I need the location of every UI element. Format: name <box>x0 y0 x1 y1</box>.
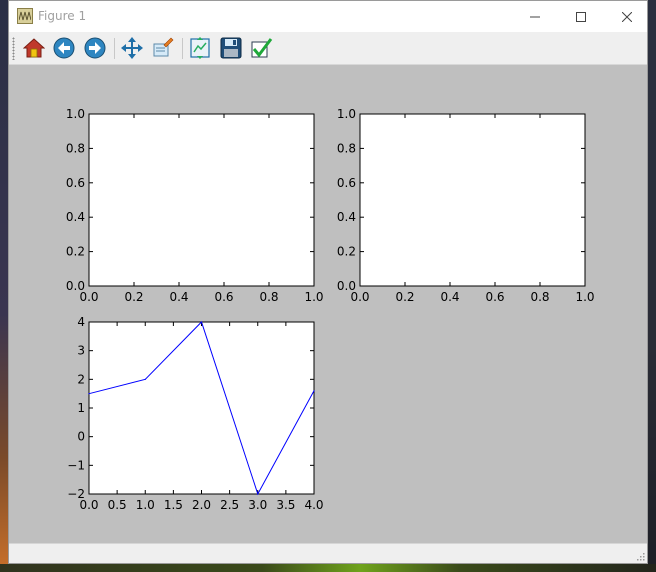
axes-frame <box>88 113 315 287</box>
y-tick-label: 0.4 <box>66 210 85 224</box>
x-tick-label: 0.4 <box>440 290 459 304</box>
zoom-rect-icon <box>153 37 174 57</box>
home-icon <box>23 38 45 58</box>
pan-button[interactable] <box>119 35 145 61</box>
y-tick-label: 2 <box>77 372 85 386</box>
x-tick-label: 4.0 <box>304 498 323 512</box>
save-button[interactable] <box>218 35 244 61</box>
customize-button[interactable] <box>249 35 275 61</box>
minimize-button[interactable] <box>512 1 558 32</box>
axes-frame <box>88 321 315 495</box>
y-tick-label: 1.0 <box>337 107 356 121</box>
data-point <box>200 321 203 323</box>
data-point <box>88 393 90 395</box>
forward-button[interactable] <box>82 35 108 61</box>
y-tick-label: 0.8 <box>337 141 356 155</box>
figure-plot-area: 0.0 0.2 0.4 0.6 0.8 1.00.00.20.40.60.81.00.0 0… <box>66 107 595 512</box>
navigation-toolbar <box>9 32 647 65</box>
toolbar-separator <box>182 38 183 59</box>
minimize-icon <box>530 16 540 17</box>
y-tick-label: −2 <box>67 487 85 501</box>
y-tick-label: 0.4 <box>337 210 356 224</box>
x-tick-label: 0.4 <box>169 290 188 304</box>
x-tick-label: 0.2 <box>395 290 414 304</box>
window-title: Figure 1 <box>38 9 87 23</box>
y-tick-label: 1 <box>77 401 85 415</box>
forward-arrow-icon <box>84 37 106 59</box>
save-disk-icon <box>220 37 242 59</box>
y-tick-label: 0.2 <box>337 245 356 259</box>
figure-window: Figure 1 0.0 0.2 0.4 0.6 0.8 1.0 0.0 0.2… <box>8 0 648 564</box>
y-tick-label: 0.2 <box>66 245 85 259</box>
axes-bottom-left: 0.0 0.5 1.0 1.5 2.0 2.5 3.0 3.5 4.0−2−101234 <box>67 315 323 512</box>
close-icon <box>622 11 632 22</box>
y-tick-label: 0.6 <box>337 176 356 190</box>
maximize-icon <box>576 11 586 22</box>
x-tick-label: 2.5 <box>220 498 239 512</box>
x-tick-label: 3.5 <box>276 498 295 512</box>
pan-move-icon <box>121 37 143 59</box>
x-tick-label: 1.5 <box>164 498 183 512</box>
home-button[interactable] <box>21 35 47 61</box>
x-tick-label: 0.8 <box>530 290 549 304</box>
x-tick-label: 0.6 <box>214 290 233 304</box>
axes-top-left: 0.0 0.2 0.4 0.6 0.8 1.00.00.20.40.60.81.0 <box>66 107 324 304</box>
resize-grip-icon[interactable] <box>635 551 645 561</box>
subplots-button[interactable] <box>187 35 213 61</box>
x-tick-label: 0.5 <box>108 498 127 512</box>
data-point <box>257 493 259 495</box>
y-tick-label: −1 <box>67 458 85 472</box>
x-tick-label: 1.0 <box>575 290 594 304</box>
toolbar-grip[interactable] <box>12 37 15 60</box>
x-tick-label: 0.2 <box>124 290 143 304</box>
matplotlib-app-icon <box>17 8 33 24</box>
zoom-button[interactable] <box>150 35 176 61</box>
y-tick-label: 4 <box>77 315 85 329</box>
checkmark-icon <box>251 38 273 58</box>
y-tick-label: 0.0 <box>337 279 356 293</box>
desktop-wallpaper-right <box>648 0 656 572</box>
subplots-config-icon <box>190 37 210 59</box>
x-tick-label: 1.0 <box>136 498 155 512</box>
y-tick-label: 0.6 <box>66 176 85 190</box>
x-tick-label: 2.0 <box>192 498 211 512</box>
figure-canvas[interactable]: 0.0 0.2 0.4 0.6 0.8 1.0 0.0 0.2 0.4 0.6 0.8 1.0 0.0 0… <box>9 65 647 543</box>
status-bar <box>9 543 647 563</box>
desktop-wallpaper-bottom <box>0 564 656 572</box>
y-tick-label: 3 <box>77 344 85 358</box>
x-tick-label: 0.6 <box>485 290 504 304</box>
y-tick-label: 0 <box>77 430 85 444</box>
x-tick-label: 1.0 <box>304 290 323 304</box>
x-tick-label: 3.0 <box>248 498 267 512</box>
y-tick-label: 0.0 <box>66 279 85 293</box>
back-button[interactable] <box>51 35 77 61</box>
axes-top-right: 0.0 0.2 0.4 0.6 0.8 1.00.00.20.40.60.81.0 <box>337 107 595 304</box>
close-button[interactable] <box>604 1 650 32</box>
y-tick-label: 0.8 <box>66 141 85 155</box>
y-tick-label: 1.0 <box>66 107 85 121</box>
data-point <box>313 390 315 392</box>
title-bar[interactable]: Figure 1 <box>9 1 647 32</box>
x-tick-label: 0.8 <box>259 290 278 304</box>
axes-frame <box>359 113 586 287</box>
maximize-button[interactable] <box>558 1 604 32</box>
toolbar-separator <box>114 38 115 59</box>
data-point <box>144 378 146 380</box>
back-arrow-icon <box>53 37 75 59</box>
